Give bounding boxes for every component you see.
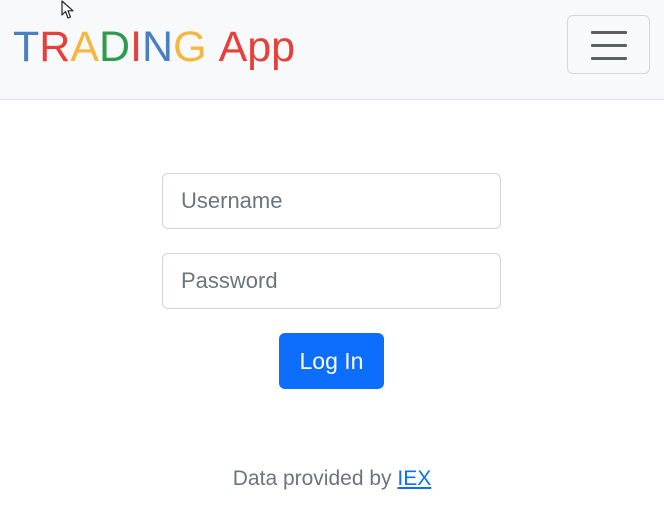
brand-suffix: App (218, 23, 296, 71)
brand-letter: R (39, 23, 71, 71)
brand-letter: A (70, 23, 100, 71)
brand-letter: I (130, 23, 143, 71)
password-input[interactable] (162, 253, 501, 309)
brand-letter: D (99, 23, 131, 71)
footer-text: Data provided by (232, 467, 392, 490)
hamburger-icon (591, 30, 627, 60)
brand-letter: T (13, 23, 40, 71)
mouse-cursor-icon (61, 0, 74, 19)
brand-letter: G (173, 23, 207, 71)
username-input[interactable] (162, 173, 501, 229)
iex-link[interactable]: IEX (397, 467, 431, 490)
navbar: TRADING App (0, 0, 664, 100)
login-button[interactable]: Log In (279, 333, 384, 389)
footer-attribution: Data provided by IEX (0, 464, 664, 494)
brand-letter: N (142, 23, 174, 71)
menu-toggle-button[interactable] (567, 15, 650, 74)
brand-logo[interactable]: TRADING App (13, 21, 295, 73)
